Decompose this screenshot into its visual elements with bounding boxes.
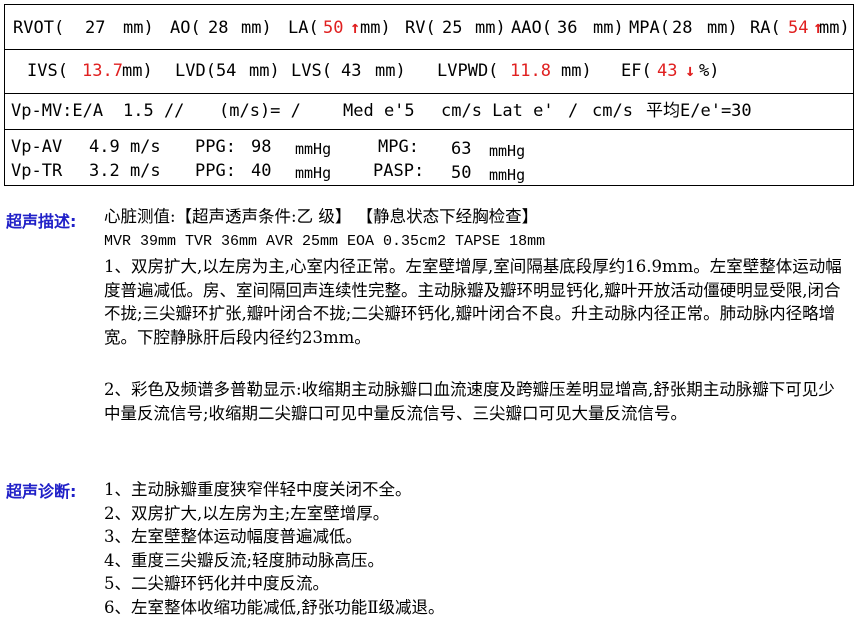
diagnosis-item: 3、左室壁整体运动幅度普遍减低。 [104, 527, 362, 546]
ra-label: RA( [750, 18, 781, 38]
ea-value: 1.5 // [123, 101, 185, 121]
description-label: 超声描述: [6, 212, 77, 231]
ef-unit: %) [699, 61, 720, 81]
lvd-unit: mm) [249, 61, 280, 81]
aao-value: 36 [557, 18, 578, 38]
rvot-label: RVOT( [13, 18, 65, 38]
diagnosis-list: 1、主动脉瓣重度狭窄伴轻中度关闭不全。 2、双房扩大,以左房为主;左室壁增厚。 … [104, 478, 444, 619]
row-dimensions: RVOT( 27 mm) AO( 28 mm) LA( 50 ↑ mm) RV(… [5, 5, 853, 50]
lvpwd-label: LVPWD( [437, 61, 499, 81]
tr-ppg-value: 40 [251, 161, 272, 181]
diagnosis-item: 1、主动脉瓣重度狭窄伴轻中度关闭不全。 [104, 480, 412, 499]
av-ppg-value: 98 [251, 137, 272, 157]
lvpwd-value: 11.8 [510, 61, 551, 81]
rv-unit: mm) [475, 18, 506, 38]
lat-e-value: / [568, 101, 579, 121]
description-para2: 2、彩色及频谱多普勒显示:收缩期主动脉瓣口血流速度及跨瓣压差明显增高,舒张期主动… [104, 378, 842, 425]
description-para2-text: 2、彩色及频谱多普勒显示:收缩期主动脉瓣口血流速度及跨瓣压差明显增高,舒张期主动… [104, 380, 835, 423]
diagnosis-label: 超声诊断: [6, 482, 77, 501]
vp-mv-label: Vp-MV:E/A [11, 101, 104, 121]
row-mitral-doppler: Vp-MV:E/A 1.5 // (m/s)= / Med e'5 cm/s L… [5, 93, 853, 130]
pasp-value: 50 [451, 163, 472, 183]
description-line1: 心脏测值:【超声透声条件:乙 级】 【静息状态下经胸检查】 [104, 207, 539, 226]
la-unit: mm) [360, 18, 391, 38]
vp-av-label: Vp-AV [11, 137, 63, 157]
av-ppg-unit: mmHg [295, 140, 332, 158]
ef-down-arrow-icon: ↓ [685, 61, 696, 81]
vp-av-value: 4.9 m/s [89, 137, 161, 157]
ao-unit: mm) [241, 18, 272, 38]
av-ppg-label: PPG: [195, 137, 236, 157]
lvs-value: 43 [341, 61, 362, 81]
med-e-unit: cm/s Lat e' [441, 101, 554, 121]
description-para1-text: 1、双房扩大,以左房为主,心室内径正常。左室壁增厚,室间隔基底段厚约16.9mm… [104, 257, 842, 347]
diagnosis-item: 2、双房扩大,以左房为主;左室壁增厚。 [104, 503, 390, 523]
row-ventricle: IVS( 13.7 mm) LVD(54 mm) LVS( 43 mm) LVP… [5, 49, 853, 94]
diagnosis-item: 4、重度三尖瓣反流;轻度肺动脉高压。 [104, 550, 385, 570]
ef-value: 43 [657, 61, 678, 81]
mpg-label: MPG: [378, 137, 419, 157]
la-label: LA( [288, 18, 319, 38]
mpg-unit: mmHg [489, 142, 526, 160]
med-e-label: Med e'5 [343, 101, 415, 121]
ra-unit: mm) [819, 18, 850, 38]
pasp-unit: mmHg [489, 166, 526, 184]
lvs-unit: mm) [375, 61, 406, 81]
mpa-unit: mm) [707, 18, 738, 38]
la-up-arrow-icon: ↑ [350, 18, 361, 38]
diagnosis-item: 5、二尖瓣环钙化并中度反流。 [104, 574, 329, 593]
ea-unit: (m/s)= / [219, 101, 301, 121]
vp-tr-value: 3.2 m/s [89, 161, 161, 181]
rvot-value: 27 [85, 18, 106, 38]
la-value: 50 [323, 18, 344, 38]
aao-unit: mm) [593, 18, 624, 38]
aao-label: AAO( [511, 18, 552, 38]
mpa-label: MPA( [629, 18, 670, 38]
vp-tr-label: Vp-TR [11, 161, 63, 181]
lvd-label: LVD(54 [175, 61, 237, 81]
measurement-table: RVOT( 27 mm) AO( 28 mm) LA( 50 ↑ mm) RV(… [4, 4, 854, 186]
ivs-label: IVS( [27, 61, 68, 81]
tr-ppg-unit: mmHg [295, 164, 332, 182]
ao-label: AO( [170, 18, 201, 38]
tr-ppg-label: PPG: [195, 161, 236, 181]
row-valve-gradients: Vp-AV 4.9 m/s PPG: 98 mmHg MPG: 63 mmHg … [5, 129, 853, 185]
ivs-unit: mm) [122, 61, 153, 81]
ao-value: 28 [208, 18, 229, 38]
mpa-value: 28 [672, 18, 693, 38]
lat-e-unit: cm/s [592, 101, 633, 121]
description-measures: MVR 39mm TVR 36mm AVR 25mm EOA 0.35cm2 T… [104, 233, 546, 250]
rv-label: RV( [405, 18, 436, 38]
lvs-label: LVS( [291, 61, 332, 81]
rvot-unit: mm) [123, 18, 154, 38]
ivs-value: 13.7 [82, 61, 123, 81]
diagnosis-item: 6、左室整体收缩功能减低,舒张功能Ⅱ级减退。 [104, 597, 445, 617]
lvpwd-unit: mm) [561, 61, 592, 81]
avg-ee-ratio: 平均E/e'=30 [646, 101, 752, 121]
ra-value: 54 [788, 18, 809, 38]
ef-label: EF( [621, 61, 652, 81]
mpg-value: 63 [451, 139, 472, 159]
rv-value: 25 [442, 18, 463, 38]
pasp-label: PASP: [373, 161, 425, 181]
description-para1: 1、双房扩大,以左房为主,心室内径正常。左室壁增厚,室间隔基底段厚约16.9mm… [104, 255, 842, 349]
